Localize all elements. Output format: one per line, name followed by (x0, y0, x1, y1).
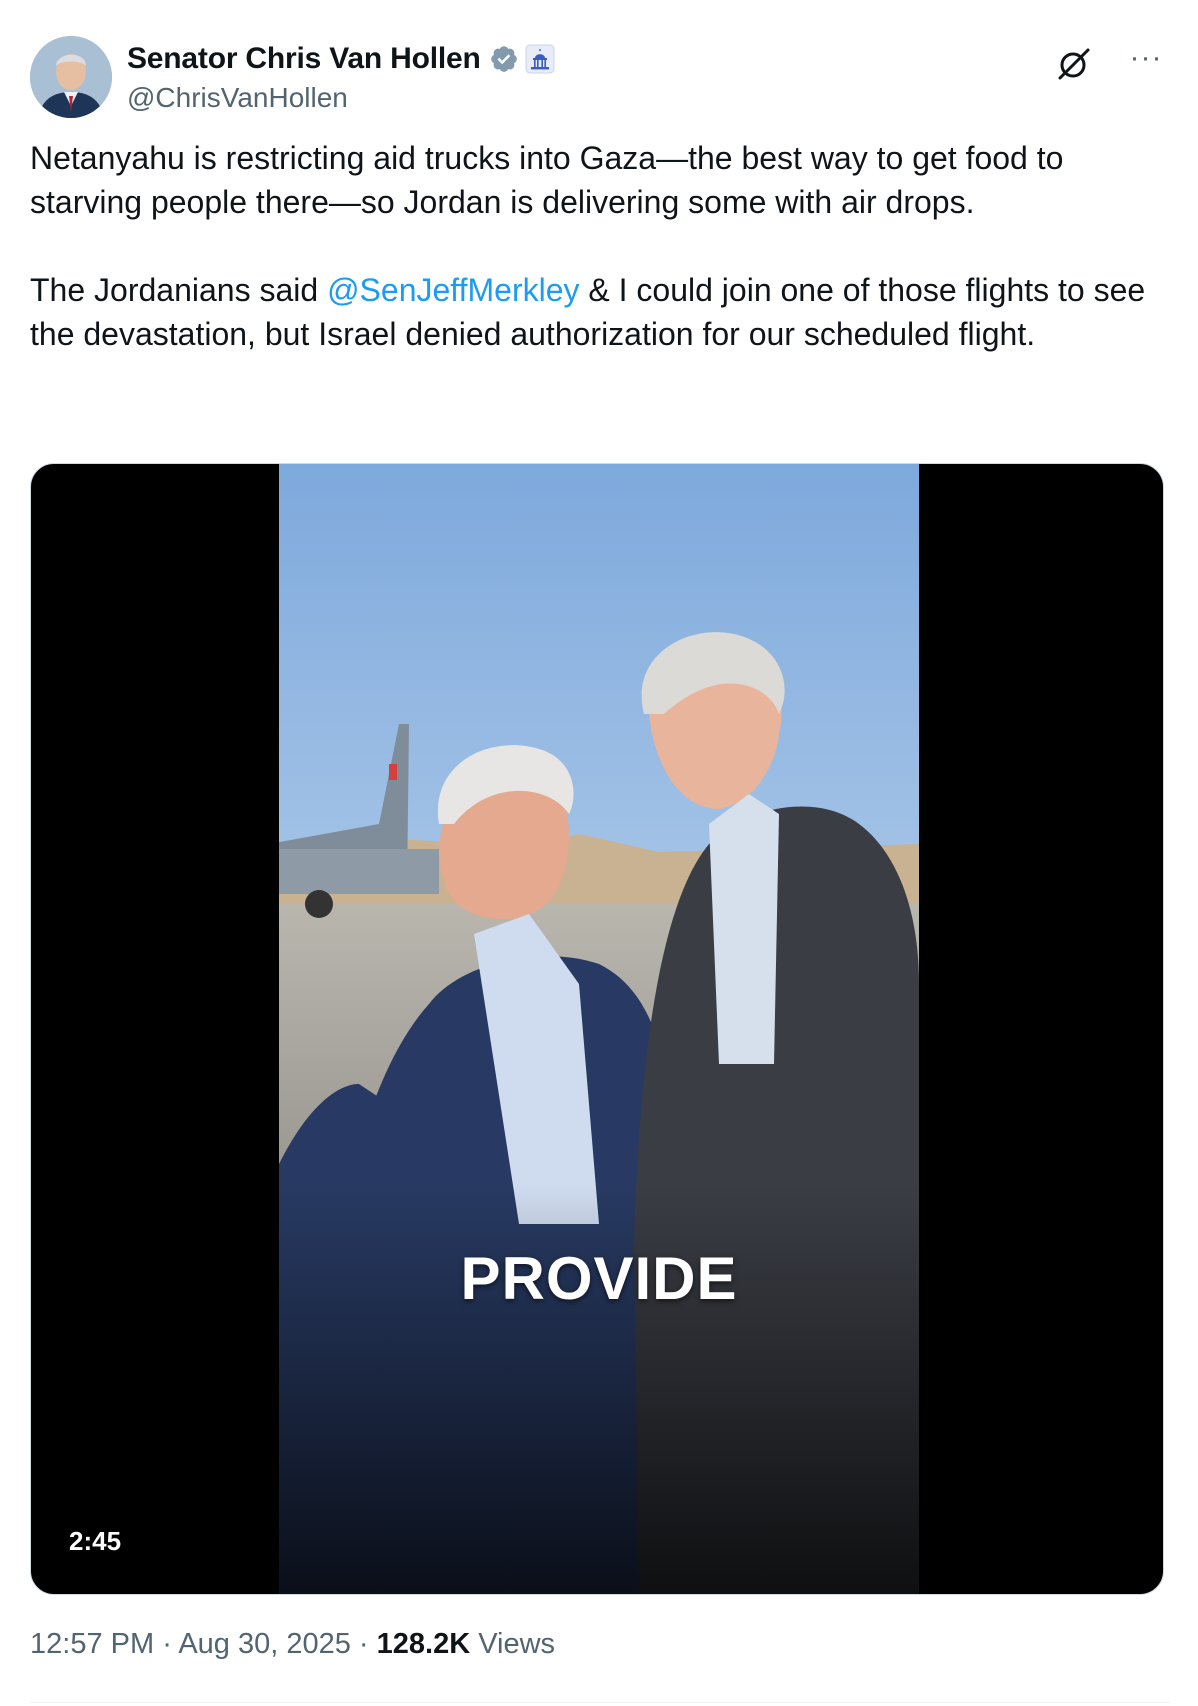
views-label: Views (470, 1628, 556, 1660)
tweet-header: Senator Chris Van Hollen @ChrisVanHollen… (30, 36, 1170, 120)
verified-badge-icon[interactable] (489, 44, 519, 74)
tweet-date[interactable]: Aug 30, 2025 (178, 1628, 351, 1660)
tweet-meta: 12:57 PM · Aug 30, 2025 · 128.2K Views (30, 1628, 555, 1661)
tweet-time[interactable]: 12:57 PM (30, 1628, 154, 1660)
meta-separator: · (154, 1628, 179, 1660)
display-name[interactable]: Senator Chris Van Hollen (127, 42, 481, 76)
paragraph-2-start: The Jordanians said (30, 272, 328, 308)
author-names: Senator Chris Van Hollen @ChrisVanHollen (127, 38, 555, 114)
tweet-paragraph-2: The Jordanians said @SenJeffMerkley & I … (30, 268, 1150, 356)
name-row: Senator Chris Van Hollen (127, 38, 555, 80)
meta-separator-2: · (350, 1628, 377, 1660)
tweet: Senator Chris Van Hollen @ChrisVanHollen… (0, 0, 1198, 1706)
more-options-icon[interactable]: ··· (1124, 43, 1168, 82)
views-count[interactable]: 128.2K (377, 1628, 471, 1660)
video-player[interactable]: PROVIDE 2:45 (30, 463, 1164, 1595)
video-frame[interactable] (279, 464, 919, 1594)
tweet-paragraph-1: Netanyahu is restricting aid trucks into… (30, 140, 1064, 220)
avatar[interactable] (30, 36, 112, 118)
video-caption: PROVIDE (460, 1245, 738, 1312)
author-handle[interactable]: @ChrisVanHollen (127, 82, 555, 114)
video-duration: 2:45 (69, 1526, 122, 1556)
grok-icon[interactable] (1054, 44, 1094, 84)
mention-link[interactable]: @SenJeffMerkley (327, 272, 579, 308)
us-capitol-icon[interactable] (525, 44, 555, 74)
divider (30, 1702, 1170, 1703)
tweet-text: Netanyahu is restricting aid trucks into… (30, 136, 1150, 356)
